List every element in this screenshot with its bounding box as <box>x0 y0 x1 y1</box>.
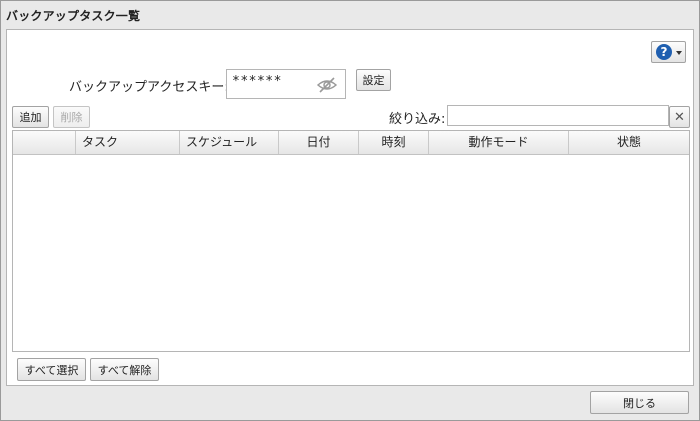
column-header-status[interactable]: 状態 <box>569 131 689 154</box>
close-icon: ✕ <box>674 109 685 125</box>
dialog-titlebar[interactable]: バックアップタスク一覧 <box>1 1 699 29</box>
access-key-field[interactable]: ****** <box>226 69 346 99</box>
table-header: タスク スケジュール 日付 時刻 動作モード 状態 <box>13 131 689 155</box>
column-header-task[interactable]: タスク <box>76 131 180 154</box>
delete-button[interactable]: 削除 <box>53 106 90 128</box>
column-header-select[interactable] <box>13 131 76 154</box>
access-key-value: ****** <box>232 74 282 89</box>
dialog-footer: 閉じる <box>1 387 699 420</box>
backup-task-list-dialog: バックアップタスク一覧 ? バックアップアクセスキー: ****** 設定 追加… <box>0 0 700 421</box>
deselect-all-button[interactable]: すべて解除 <box>90 358 159 381</box>
dialog-content: ? バックアップアクセスキー: ****** 設定 追加 削除 絞り込み: ✕ … <box>6 29 694 386</box>
filter-input[interactable] <box>447 105 669 126</box>
eye-slash-icon[interactable] <box>316 76 338 94</box>
clear-filter-button[interactable]: ✕ <box>669 106 690 128</box>
task-table: タスク スケジュール 日付 時刻 動作モード 状態 <box>12 130 690 352</box>
column-header-operation-mode[interactable]: 動作モード <box>429 131 569 154</box>
help-icon: ? <box>656 44 672 60</box>
access-key-label: バックアップアクセスキー: <box>69 80 229 95</box>
close-button[interactable]: 閉じる <box>590 391 689 414</box>
column-header-time[interactable]: 時刻 <box>359 131 429 154</box>
select-all-button[interactable]: すべて選択 <box>17 358 86 381</box>
dialog-title: バックアップタスク一覧 <box>6 9 141 23</box>
chevron-down-icon <box>676 51 682 55</box>
add-button[interactable]: 追加 <box>12 106 49 128</box>
help-button[interactable]: ? <box>651 41 686 63</box>
filter-label: 絞り込み: <box>389 112 446 127</box>
set-access-key-button[interactable]: 設定 <box>356 69 391 91</box>
column-header-schedule[interactable]: スケジュール <box>180 131 279 154</box>
column-header-date[interactable]: 日付 <box>279 131 359 154</box>
